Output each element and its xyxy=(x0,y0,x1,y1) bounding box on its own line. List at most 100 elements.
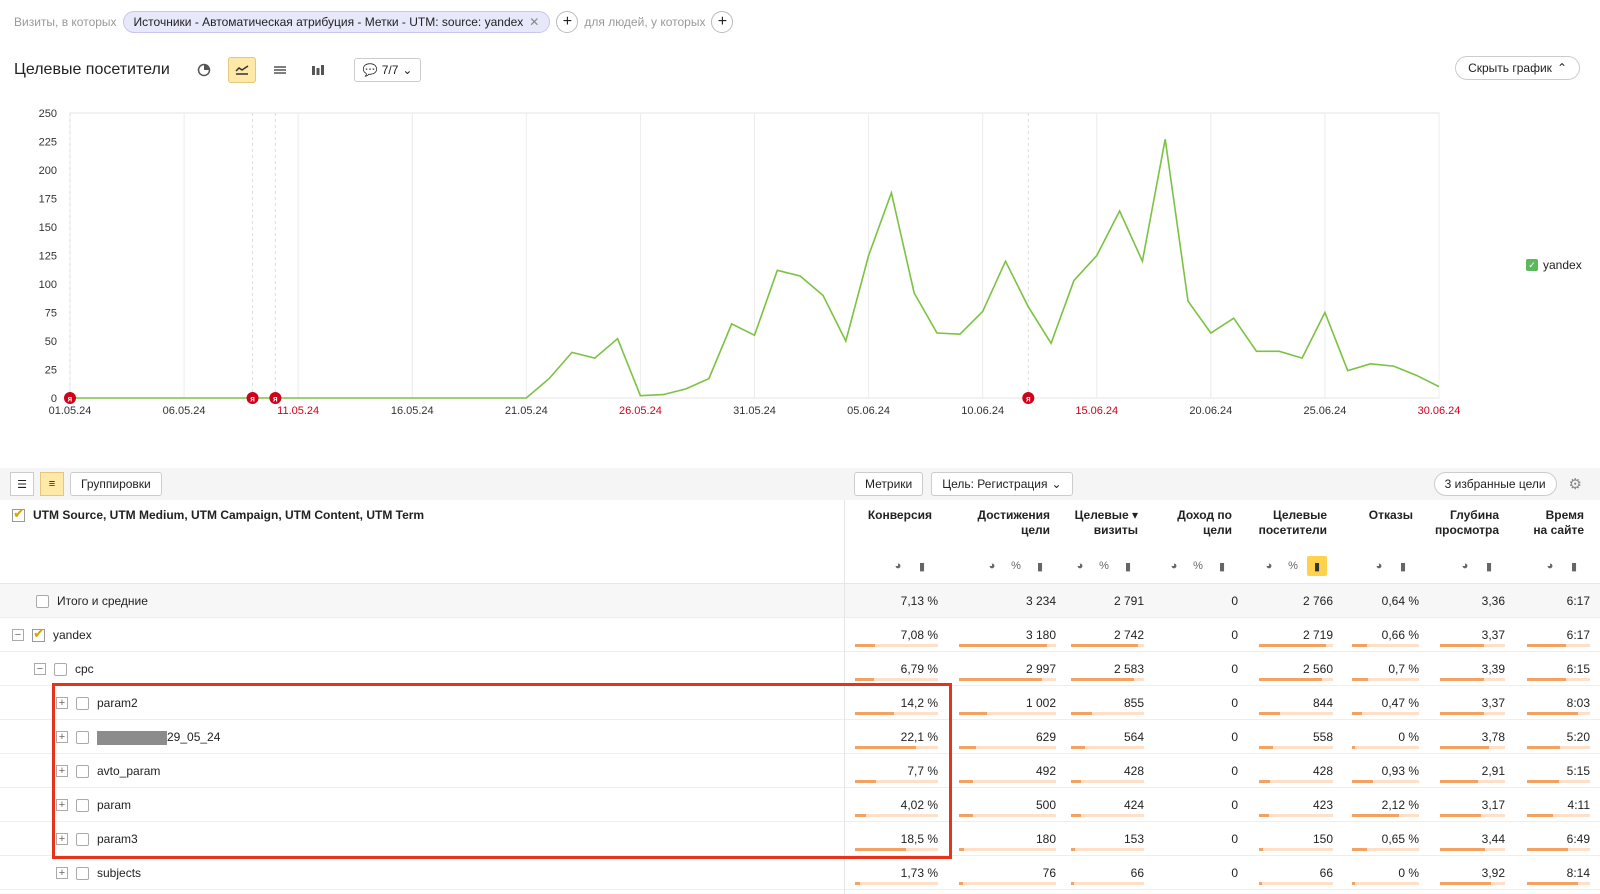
bar-chart-icon[interactable]: ▮ xyxy=(1307,556,1327,576)
metric-column-header[interactable]: Достижения цели ◕% ▮ xyxy=(959,500,1056,584)
pie-chart-icon[interactable] xyxy=(190,57,218,83)
row-checkbox[interactable] xyxy=(76,832,89,846)
utm-source-filter-chip[interactable]: Источники - Автоматическая атрибуция - М… xyxy=(122,11,551,33)
bar-chart-icon[interactable]: ▮ xyxy=(1479,556,1499,576)
metric-share-bar xyxy=(1352,644,1419,647)
row-checkbox[interactable] xyxy=(76,730,89,744)
metric-column-header[interactable]: Целевые посетители ◕% ▮ xyxy=(1259,500,1333,584)
pie-chart-icon[interactable]: ◕ xyxy=(1164,556,1184,576)
metrics-button[interactable]: Метрики xyxy=(854,472,924,496)
chip-label: Источники - Автоматическая атрибуция - М… xyxy=(133,15,524,29)
metric-column-header[interactable]: Конверсия ◕ ▮ xyxy=(855,500,938,584)
table-row[interactable]: + param3 18,5 % 180 153 0 150 0,65 % 3,44 6:49 xyxy=(0,822,1600,856)
metric-share-fill xyxy=(1440,712,1484,715)
row-checkbox[interactable] xyxy=(76,798,89,812)
expand-icon[interactable]: + xyxy=(56,765,68,777)
favorite-goals-button[interactable]: 3 избранные цели xyxy=(1433,472,1557,496)
percent-icon[interactable]: % xyxy=(1188,556,1208,576)
x-tick-label: 05.06.24 xyxy=(847,405,890,417)
metric-cell: 0 xyxy=(1231,798,1238,812)
totals-row[interactable]: Итого и средние 7,13 % 3 234 2 791 0 2 766 0,6… xyxy=(0,584,1600,618)
row-checkbox[interactable] xyxy=(32,625,45,642)
metric-column-header[interactable]: Время на сайте ◕ ▮ xyxy=(1527,500,1590,584)
y-tick-label: 175 xyxy=(39,194,57,206)
gear-icon[interactable]: ⚙ xyxy=(1569,475,1582,493)
expand-icon[interactable]: + xyxy=(56,799,68,811)
expand-icon[interactable]: + xyxy=(56,867,68,879)
flat-list-view-icon[interactable]: ☰ xyxy=(10,472,34,496)
metric-view-icons: ◕% ▮ xyxy=(982,556,1050,576)
row-checkbox[interactable] xyxy=(76,764,89,778)
x-tick-label: 16.05.24 xyxy=(391,405,434,417)
tree-view-icon[interactable]: ≡ xyxy=(40,472,64,496)
annotation-marker-label: я xyxy=(68,395,73,404)
add-people-filter-button[interactable]: + xyxy=(711,11,734,33)
percent-icon[interactable]: % xyxy=(1283,556,1303,576)
pie-chart-icon[interactable]: ◕ xyxy=(1540,556,1560,576)
close-icon[interactable]: ✕ xyxy=(529,15,539,29)
metric-cell: 428 xyxy=(1312,764,1333,778)
bar-chart-icon[interactable]: ▮ xyxy=(1030,556,1050,576)
metric-column-header[interactable]: Глубина просмотра ◕ ▮ xyxy=(1435,500,1505,584)
metric-view-icons: ◕ ▮ xyxy=(1369,556,1413,576)
chart-legend[interactable]: ✓ yandex xyxy=(1526,258,1582,272)
metric-column-header[interactable]: Отказы ◕ ▮ xyxy=(1352,500,1419,584)
pie-chart-icon[interactable]: ◕ xyxy=(888,556,908,576)
row-checkbox[interactable] xyxy=(54,662,67,676)
y-tick-label: 75 xyxy=(45,308,57,320)
metric-title-line2: посетители xyxy=(1258,523,1327,537)
row-checkbox[interactable] xyxy=(76,696,89,710)
metric-share-bar xyxy=(959,712,1056,715)
y-tick-label: 225 xyxy=(39,137,57,149)
collapse-icon[interactable]: − xyxy=(34,663,46,675)
hide-chart-button[interactable]: Скрыть график ⌃ xyxy=(1455,56,1580,80)
row-dimension: Итого и средние xyxy=(36,594,148,608)
pie-chart-icon[interactable]: ◕ xyxy=(1259,556,1279,576)
column-divider xyxy=(844,500,845,894)
line-chart-icon[interactable] xyxy=(227,57,256,83)
bar-chart-icon[interactable]: ▮ xyxy=(1118,556,1138,576)
percent-icon[interactable]: % xyxy=(1094,556,1114,576)
table-row[interactable]: − yandex 7,08 % 3 180 2 742 0 2 719 0,66 % 3,37 6… xyxy=(0,618,1600,652)
dimensions-header[interactable]: UTM Source, UTM Medium, UTM Campaign, UT… xyxy=(12,505,424,522)
percent-icon[interactable]: % xyxy=(1006,556,1026,576)
legend-checkbox[interactable]: ✓ xyxy=(1526,259,1538,271)
row-checkbox[interactable] xyxy=(76,866,89,880)
metric-cell: 3,78 xyxy=(1481,730,1505,744)
annotations-dropdown[interactable]: 💬 7/7 ⌄ xyxy=(353,58,422,82)
bar-chart-icon[interactable]: ▮ xyxy=(1564,556,1584,576)
pie-chart-icon[interactable]: ◕ xyxy=(1070,556,1090,576)
expand-icon[interactable]: + xyxy=(56,731,68,744)
bar-chart-icon[interactable]: ▮ xyxy=(1212,556,1232,576)
expand-icon[interactable]: + xyxy=(56,833,68,845)
metric-share-bar xyxy=(1352,712,1419,715)
row-dimension: + avto_param xyxy=(56,764,160,778)
table-row[interactable]: + subjects 1,73 % 76 66 0 66 0 % 3,92 8:14 xyxy=(0,856,1600,890)
metric-share-bar xyxy=(1527,848,1590,851)
add-visit-filter-button[interactable]: + xyxy=(556,11,579,33)
metric-column-header[interactable]: Целевые ▾ визиты ◕% ▮ xyxy=(1071,500,1144,584)
row-checkbox[interactable] xyxy=(36,594,49,608)
pie-chart-icon[interactable]: ◕ xyxy=(982,556,1002,576)
bar-chart-icon[interactable]: ▮ xyxy=(912,556,932,576)
groupings-button[interactable]: Группировки xyxy=(70,472,162,496)
table-row[interactable]: + param2 14,2 % 1 002 855 0 844 0,47 % 3,37 8:03 xyxy=(0,686,1600,720)
bar-chart-icon[interactable]: ▮ xyxy=(1393,556,1413,576)
metric-cell: 0 xyxy=(1231,696,1238,710)
table-row[interactable]: − cpc 6,79 % 2 997 2 583 0 2 560 0,7 % 3,39 6:15 xyxy=(0,652,1600,686)
area-chart-icon[interactable] xyxy=(266,57,294,83)
select-all-checkbox[interactable] xyxy=(12,505,25,522)
metric-cell: 3,44 xyxy=(1481,832,1505,846)
table-row[interactable]: +29_05_24 22,1 % 629 564 0 558 0 % 3,78 5:20 xyxy=(0,720,1600,754)
pie-chart-icon[interactable]: ◕ xyxy=(1455,556,1475,576)
goal-select[interactable]: Цель: Регистрация ⌄ xyxy=(931,472,1073,496)
pie-chart-icon[interactable]: ◕ xyxy=(1369,556,1389,576)
bar-chart-icon[interactable] xyxy=(304,57,332,83)
metric-column-header[interactable]: Доход по цели ◕% ▮ xyxy=(1165,500,1238,584)
expand-icon[interactable]: + xyxy=(56,697,68,709)
table-row[interactable]: + param 4,02 % 500 424 0 423 2,12 % 3,17 4:11 xyxy=(0,788,1600,822)
metric-title: Целевые посетители xyxy=(1259,508,1327,538)
table-row[interactable]: + avto_param 7,7 % 492 428 0 428 0,93 % 2,91 5:15 xyxy=(0,754,1600,788)
metric-share-fill xyxy=(959,644,1048,647)
collapse-icon[interactable]: − xyxy=(12,629,24,641)
